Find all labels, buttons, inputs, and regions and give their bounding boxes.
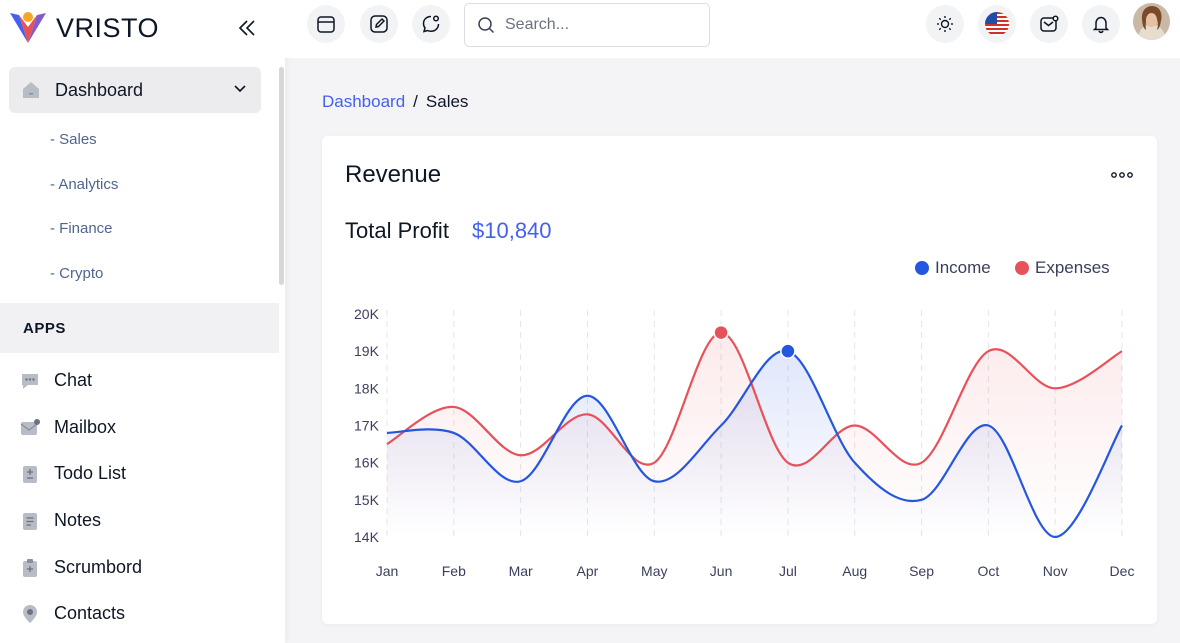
breadcrumb-current: Sales bbox=[425, 92, 469, 111]
legend-expenses-marker bbox=[1015, 261, 1029, 275]
chat-button[interactable] bbox=[412, 5, 450, 43]
sidebar-item-dashboard[interactable]: Dashboard bbox=[9, 67, 261, 113]
app-logo[interactable]: VRISTO bbox=[10, 10, 159, 46]
sidebar-item-label: Mailbox bbox=[54, 417, 117, 437]
sidebar-item-label: Contacts bbox=[54, 603, 126, 623]
calendar-button[interactable] bbox=[307, 5, 345, 43]
more-options-button[interactable] bbox=[1110, 168, 1134, 182]
sidebar-item-contacts[interactable]: Contacts bbox=[20, 603, 125, 624]
x-tick-label: Oct bbox=[977, 563, 999, 579]
chat-icon bbox=[20, 371, 40, 391]
search-box[interactable] bbox=[464, 3, 710, 47]
collapse-sidebar-button[interactable] bbox=[233, 14, 261, 42]
breadcrumb-separator: / bbox=[413, 92, 418, 111]
mailbox-icon bbox=[20, 418, 40, 438]
sidebar-item-label: Dashboard bbox=[55, 79, 144, 100]
app-name: VRISTO bbox=[56, 12, 160, 43]
sidebar-item-scrumboard[interactable]: Scrumbord bbox=[20, 557, 142, 578]
sidebar-item-notes[interactable]: Notes bbox=[20, 510, 101, 531]
x-tick-label: Aug bbox=[842, 563, 867, 579]
card-title: Revenue bbox=[345, 161, 442, 188]
sidebar-item-todo-list[interactable]: Todo List bbox=[20, 463, 126, 484]
sidebar-item-chat[interactable]: Chat bbox=[20, 370, 92, 391]
user-avatar[interactable] bbox=[1133, 3, 1170, 40]
us-flag-icon bbox=[985, 12, 1009, 36]
scrumboard-icon bbox=[20, 558, 40, 578]
revenue-card: Revenue Total Profit $10,840 Income Expe… bbox=[322, 136, 1157, 624]
chat-bubble-icon bbox=[422, 15, 440, 33]
calendar-icon bbox=[317, 16, 335, 33]
edit-icon bbox=[370, 15, 388, 33]
total-profit-value: $10,840 bbox=[472, 218, 552, 243]
legend-income-label: Income bbox=[935, 258, 991, 277]
submenu-finance[interactable]: - Finance bbox=[50, 220, 113, 237]
x-tick-label: Jul bbox=[779, 563, 797, 579]
x-tick-label: Nov bbox=[1043, 563, 1068, 579]
legend-expenses[interactable]: Expenses bbox=[1015, 258, 1110, 278]
breadcrumb: Dashboard / Sales bbox=[322, 92, 468, 112]
language-button[interactable] bbox=[978, 5, 1016, 43]
data-point-income-jul bbox=[780, 343, 796, 359]
revenue-chart: 14K 15K 16K 17K 18K 19K 20K Jan Feb Mar Apr May Jun J… bbox=[354, 306, 1135, 579]
x-tick-label: Apr bbox=[577, 563, 599, 579]
breadcrumb-dashboard-link[interactable]: Dashboard bbox=[322, 92, 405, 112]
legend-income[interactable]: Income bbox=[915, 258, 991, 278]
edit-button[interactable] bbox=[360, 5, 398, 43]
notes-icon bbox=[20, 511, 40, 531]
x-tick-label: Jun bbox=[710, 563, 733, 579]
sidebar-item-label: Chat bbox=[54, 370, 93, 390]
search-icon bbox=[478, 17, 495, 34]
y-tick-label: 18K bbox=[354, 380, 380, 396]
y-tick-label: 20K bbox=[354, 306, 380, 322]
notifications-button[interactable] bbox=[1082, 5, 1120, 43]
y-tick-label: 16K bbox=[354, 455, 380, 471]
total-profit-label: Total Profit bbox=[345, 218, 449, 243]
legend-expenses-label: Expenses bbox=[1035, 258, 1110, 277]
sidebar-item-label: Notes bbox=[54, 510, 102, 530]
apps-heading: APPS bbox=[0, 303, 279, 353]
sidebar: VRISTO Dashboard - Sales - Analytics - F… bbox=[0, 0, 285, 643]
x-tick-label: Jan bbox=[376, 563, 399, 579]
x-tick-label: Sep bbox=[909, 563, 934, 579]
x-tick-label: Dec bbox=[1110, 563, 1135, 579]
x-tick-label: Feb bbox=[442, 563, 466, 579]
mail-icon bbox=[1040, 15, 1059, 32]
y-tick-label: 15K bbox=[354, 492, 380, 508]
submenu-sales[interactable]: - Sales bbox=[50, 131, 97, 148]
todo-icon bbox=[20, 464, 40, 484]
sidebar-item-label: Todo List bbox=[54, 463, 127, 483]
search-input[interactable] bbox=[505, 16, 695, 34]
legend-income-marker bbox=[915, 261, 929, 275]
sidebar-item-label: Scrumbord bbox=[54, 557, 143, 577]
theme-toggle-button[interactable] bbox=[926, 5, 964, 43]
double-chevron-left-icon bbox=[238, 20, 255, 36]
x-tick-label: May bbox=[641, 563, 667, 579]
submenu-analytics[interactable]: - Analytics bbox=[50, 176, 118, 193]
chevron-down-icon bbox=[234, 85, 246, 93]
y-tick-label: 14K bbox=[354, 529, 380, 545]
sun-icon bbox=[937, 16, 953, 32]
submenu-crypto[interactable]: - Crypto bbox=[50, 265, 103, 282]
sidebar-item-mailbox[interactable]: Mailbox bbox=[20, 417, 116, 438]
contacts-icon bbox=[20, 604, 40, 624]
sidebar-scrollbar[interactable] bbox=[279, 67, 284, 285]
x-tick-label: Mar bbox=[509, 563, 533, 579]
home-icon bbox=[23, 82, 39, 98]
y-tick-label: 19K bbox=[354, 343, 380, 359]
y-tick-label: 17K bbox=[354, 418, 380, 434]
top-header bbox=[285, 0, 1180, 58]
mail-button[interactable] bbox=[1030, 5, 1068, 43]
more-horizontal-icon bbox=[1111, 172, 1133, 178]
vristo-logo-icon bbox=[10, 12, 46, 43]
data-point-expenses-jun bbox=[713, 324, 729, 341]
bell-icon bbox=[1092, 16, 1110, 34]
